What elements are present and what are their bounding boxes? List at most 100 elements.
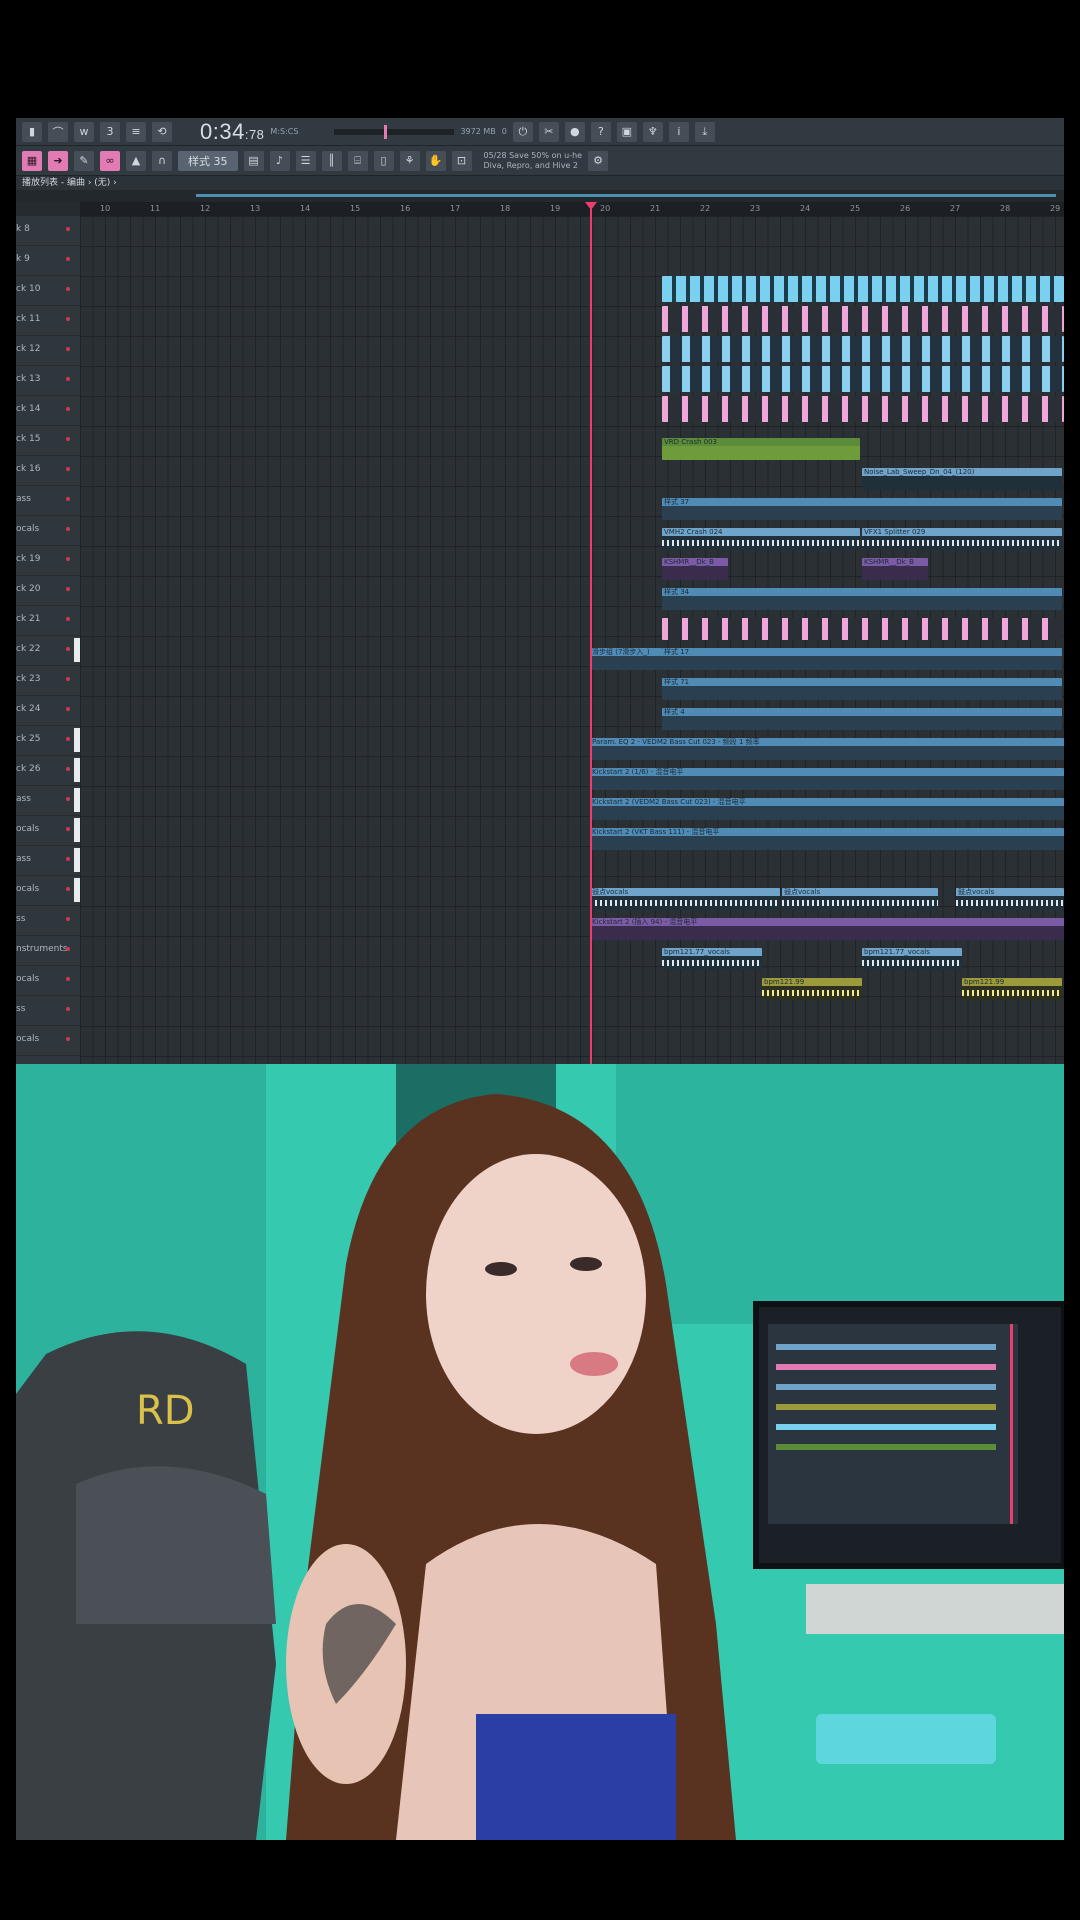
track-header[interactable]: ck 13: [16, 366, 80, 396]
clip-kickstart-2[interactable]: Kickstart 2 (VEDM2 Bass Cut 023) - 混音电平: [590, 798, 1064, 820]
track-header[interactable]: ass: [16, 486, 80, 516]
channel-rack-icon[interactable]: ☰: [295, 150, 316, 171]
track-header[interactable]: ck 24: [16, 696, 80, 726]
track-record-icon[interactable]: [66, 887, 70, 891]
track-record-icon[interactable]: [66, 1037, 70, 1041]
track-header[interactable]: ass: [16, 846, 80, 876]
clip-bpm-vocals-a[interactable]: bpm121.77_vocals: [662, 948, 762, 970]
pencil-icon[interactable]: ✎: [74, 150, 94, 171]
track-header[interactable]: ck 25: [16, 726, 80, 756]
track-record-icon[interactable]: [66, 587, 70, 591]
track-header[interactable]: k 8: [16, 216, 80, 246]
step-edit-icon[interactable]: ≡: [126, 121, 146, 142]
track-header[interactable]: nstruments: [16, 936, 80, 966]
clip-bpm-a[interactable]: bpm121.99: [762, 978, 862, 1000]
track-record-icon[interactable]: [66, 467, 70, 471]
cut-icon[interactable]: ✂: [538, 121, 559, 142]
track-header[interactable]: ss: [16, 906, 80, 936]
link-icon[interactable]: ∞: [100, 150, 120, 171]
track-record-icon[interactable]: [66, 497, 70, 501]
clip-kshmr[interactable]: KSHMR__Dk_B: [662, 558, 728, 580]
clip-pattern-71[interactable]: 样式 71: [662, 678, 1062, 700]
browser-icon[interactable]: ⌸: [347, 150, 368, 171]
clip-pattern-kicks[interactable]: [662, 366, 1064, 392]
help-icon[interactable]: ?: [590, 121, 611, 142]
pat-song-toggle-icon[interactable]: ▮: [22, 121, 42, 142]
pattern-selector[interactable]: 样式 35: [178, 150, 238, 171]
clip-pattern-claps[interactable]: [662, 336, 1064, 362]
track-record-icon[interactable]: [66, 647, 70, 651]
track-record-icon[interactable]: [66, 947, 70, 951]
track-record-icon[interactable]: [66, 437, 70, 441]
stamp-icon[interactable]: ▲: [126, 150, 146, 171]
track-record-icon[interactable]: [66, 617, 70, 621]
clip-pattern-37[interactable]: 样式 37: [662, 498, 1062, 520]
clip-bpm-b[interactable]: bpm121.99: [962, 978, 1062, 1000]
song-time[interactable]: 0:34:78: [200, 119, 264, 145]
track-header[interactable]: ck 12: [16, 336, 80, 366]
clip-kickstart-3[interactable]: Kickstart 2 (VKT Bass 111) - 混音电平: [590, 828, 1064, 850]
track-record-icon[interactable]: [66, 1007, 70, 1011]
magnet-icon[interactable]: ∩: [152, 150, 172, 171]
cart-icon[interactable]: ⊡: [451, 150, 472, 171]
clip-pattern-perc[interactable]: [662, 306, 1064, 332]
arrow-icon[interactable]: ➜: [48, 150, 68, 171]
track-header[interactable]: ass: [16, 786, 80, 816]
track-record-icon[interactable]: [66, 287, 70, 291]
track-record-icon[interactable]: [66, 377, 70, 381]
track-header[interactable]: ck 26: [16, 756, 80, 786]
mixer-icon[interactable]: ║: [321, 150, 342, 171]
track-header[interactable]: ck 11: [16, 306, 80, 336]
wait-icon[interactable]: w: [74, 121, 94, 142]
record-mode-icon[interactable]: ⌒: [48, 121, 68, 142]
playlist-grid[interactable]: VRD Crash 003 Noise_Lab_Sweep_Dn_04_(120…: [80, 216, 1064, 1064]
countdown-icon[interactable]: 3: [100, 121, 120, 142]
download-icon[interactable]: ⤓: [694, 121, 715, 142]
track-record-icon[interactable]: [66, 737, 70, 741]
track-record-icon[interactable]: [66, 707, 70, 711]
track-record-icon[interactable]: [66, 347, 70, 351]
track-header[interactable]: ck 10: [16, 276, 80, 306]
info-icon[interactable]: i: [668, 121, 689, 142]
clip-vocals-c[interactable]: 鼓点vocals: [956, 888, 1064, 910]
track-header[interactable]: k 9: [16, 246, 80, 276]
clip-kickstart-4[interactable]: Kickstart 2 (插入 94) - 混音电平: [590, 918, 1064, 940]
snap-icon[interactable]: ▦: [22, 150, 42, 171]
mic-icon[interactable]: ●: [564, 121, 585, 142]
track-record-icon[interactable]: [66, 257, 70, 261]
clip-vocals-b[interactable]: 鼓点vocals: [782, 888, 938, 910]
track-header[interactable]: ocals: [16, 1026, 80, 1056]
clip-vinyl-crash[interactable]: VMH2 Crash 024: [662, 528, 860, 550]
track-header[interactable]: ck 23: [16, 666, 80, 696]
plugin-db-icon[interactable]: ⚘: [399, 150, 420, 171]
time-ruler[interactable]: 10 11 12 13 14 15 16 17 18 19 20 21 22 23 24 25 26 27 28 29: [80, 202, 1064, 216]
track-record-icon[interactable]: [66, 317, 70, 321]
playhead-marker[interactable]: [585, 202, 597, 1064]
track-header[interactable]: ss: [16, 996, 80, 1026]
clip-noise-sweep[interactable]: Noise_Lab_Sweep_Dn_04_(120): [862, 468, 1062, 490]
clip-param-eq-automation[interactable]: Param. EQ 2 - VEDM2 Bass Cut 023 - 频段 1 …: [590, 738, 1064, 760]
clip-pattern-4[interactable]: 样式 4: [662, 708, 1062, 730]
clip-pink-hits[interactable]: [662, 618, 1062, 640]
scrollbar-thumb[interactable]: [196, 194, 1056, 197]
clip-kshmr-2[interactable]: KSHMR__Dk_B: [862, 558, 928, 580]
clip-pattern-hats[interactable]: [662, 276, 1064, 302]
track-record-icon[interactable]: [66, 917, 70, 921]
loop-record-icon[interactable]: ⟲: [152, 121, 172, 142]
track-record-icon[interactable]: [66, 407, 70, 411]
clip-kickstart-1[interactable]: Kickstart 2 (1/6) - 混音电平: [590, 768, 1064, 790]
track-header[interactable]: ck 15: [16, 426, 80, 456]
track-record-icon[interactable]: [66, 977, 70, 981]
track-header[interactable]: ocals: [16, 876, 80, 906]
track-header[interactable]: ck 20: [16, 576, 80, 606]
track-header[interactable]: ocals: [16, 816, 80, 846]
plugin-icon[interactable]: ♆: [642, 121, 663, 142]
file-icon[interactable]: ▯: [373, 150, 394, 171]
master-volume-slider[interactable]: [334, 124, 455, 139]
clip-pattern-17[interactable]: 样式 17: [662, 648, 1062, 670]
track-record-icon[interactable]: [66, 857, 70, 861]
track-header[interactable]: ocals: [16, 966, 80, 996]
clip-bpm-vocals-b[interactable]: bpm121.77_vocals: [862, 948, 962, 970]
track-record-icon[interactable]: [66, 827, 70, 831]
clip-vfx-splitter[interactable]: VFX1 Splitter 029: [862, 528, 1062, 550]
